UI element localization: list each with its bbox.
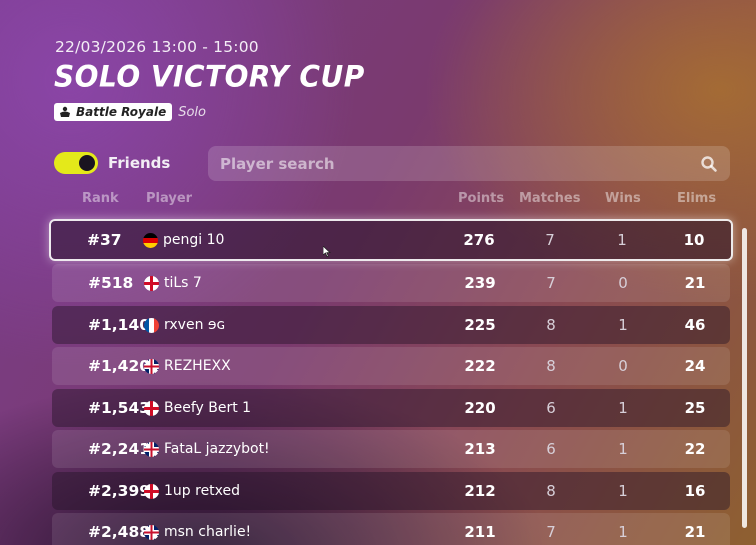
mouse-cursor-icon	[323, 246, 331, 257]
matches-cell: 6	[546, 399, 556, 417]
wins-cell: 1	[618, 523, 628, 541]
player-cell: REZHEXX	[144, 358, 231, 374]
col-rank-header[interactable]: Rank	[82, 191, 119, 206]
table-row[interactable]: #1,543 Beefy Bert 1 220 6 1 25	[52, 389, 730, 427]
england-flag-icon	[144, 275, 159, 291]
rank-cell: #518	[88, 274, 134, 292]
player-name: FataL jazzybot!	[164, 441, 270, 457]
matches-cell: 8	[546, 316, 556, 334]
matches-cell: 8	[546, 357, 556, 375]
rank-cell: #2,241	[88, 440, 151, 458]
player-cell: msn charlie!	[144, 524, 251, 540]
wins-cell: 0	[618, 357, 628, 375]
player-name: Beefy Bert 1	[164, 400, 252, 416]
player-name: pengi 10	[163, 232, 225, 248]
wins-cell: 1	[618, 482, 628, 500]
elims-cell: 22	[684, 440, 706, 458]
elims-cell: 21	[684, 523, 706, 541]
elims-cell: 16	[684, 482, 706, 500]
elims-cell: 10	[683, 231, 705, 249]
search-icon[interactable]	[700, 155, 718, 173]
matches-cell: 6	[546, 440, 556, 458]
matches-cell: 7	[546, 274, 556, 292]
rank-cell: #1,420	[88, 357, 151, 375]
player-cell: rxven ɘɢ	[144, 317, 225, 333]
player-name: REZHEXX	[164, 358, 231, 374]
wins-cell: 1	[617, 231, 627, 249]
points-cell: 276	[463, 231, 495, 249]
player-cell: Beefy Bert 1	[144, 400, 251, 416]
england-flag-icon	[144, 483, 159, 499]
wins-cell: 0	[618, 274, 628, 292]
submode-label: Solo	[178, 104, 206, 120]
friends-toggle-row: Friends	[54, 152, 170, 174]
matches-cell: 8	[546, 482, 556, 500]
rank-cell: #2,488	[88, 523, 151, 541]
scrollbar[interactable]	[742, 228, 747, 528]
col-matches-header[interactable]: Matches	[519, 191, 580, 206]
col-points-header[interactable]: Points	[458, 191, 504, 206]
friends-label: Friends	[108, 154, 171, 172]
table-row[interactable]: #1,140 rxven ɘɢ 225 8 1 46	[52, 306, 730, 344]
elims-cell: 25	[684, 399, 706, 417]
elims-cell: 21	[684, 274, 706, 292]
matches-cell: 7	[546, 523, 556, 541]
mode-label: Battle Royale	[76, 105, 167, 119]
wins-cell: 1	[618, 399, 628, 417]
points-cell: 239	[464, 274, 496, 292]
crown-icon	[60, 106, 70, 117]
friends-toggle[interactable]	[54, 152, 98, 174]
player-cell: pengi 10	[143, 232, 224, 248]
points-cell: 222	[464, 357, 496, 375]
rank-cell: #2,399	[88, 482, 151, 500]
table-row[interactable]: #2,399 1up retxed 212 8 1 16	[52, 472, 730, 510]
england-flag-icon	[144, 400, 159, 416]
table-row[interactable]: #1,420 REZHEXX 222 8 0 24	[52, 347, 730, 385]
table-row[interactable]: #2,241 FataL jazzybot! 213 6 1 22	[52, 430, 730, 468]
rank-cell: #37	[87, 231, 122, 249]
event-title: SOLO VICTORY CUP	[54, 59, 365, 94]
table-row[interactable]: #2,488 msn charlie! 211 7 1 21	[52, 513, 730, 545]
mode-row: Battle Royale Solo	[54, 103, 206, 121]
table-row[interactable]: #518 tiLs 7 239 7 0 21	[52, 264, 730, 302]
col-elims-header[interactable]: Elims	[677, 191, 716, 206]
rank-cell: #1,543	[88, 399, 151, 417]
player-cell: 1up retxed	[144, 483, 240, 499]
mode-badge: Battle Royale	[54, 103, 173, 121]
uk-flag-icon	[144, 441, 159, 457]
elims-cell: 46	[684, 316, 706, 334]
points-cell: 212	[464, 482, 496, 500]
rank-cell: #1,140	[88, 316, 151, 334]
wins-cell: 1	[618, 316, 628, 334]
player-search-input[interactable]: Player search	[208, 146, 730, 181]
elims-cell: 24	[684, 357, 706, 375]
table-row[interactable]: #37 pengi 10 276 7 1 10	[49, 219, 733, 261]
player-name: 1up retxed	[164, 483, 241, 499]
col-wins-header[interactable]: Wins	[605, 191, 641, 206]
uk-flag-icon	[144, 524, 159, 540]
points-cell: 211	[464, 523, 496, 541]
search-placeholder: Player search	[220, 154, 335, 173]
player-name: msn charlie!	[164, 524, 252, 540]
player-cell: FataL jazzybot!	[144, 441, 270, 457]
uk-flag-icon	[144, 358, 159, 374]
event-date: 22/03/2026 13:00 - 15:00	[55, 38, 259, 56]
matches-cell: 7	[545, 231, 555, 249]
wins-cell: 1	[618, 440, 628, 458]
points-cell: 213	[464, 440, 496, 458]
toggle-knob	[79, 155, 95, 171]
points-cell: 220	[464, 399, 496, 417]
col-player-header[interactable]: Player	[146, 191, 192, 206]
germany-flag-icon	[143, 232, 158, 248]
player-cell: tiLs 7	[144, 275, 202, 291]
player-name: rxven ɘɢ	[164, 317, 226, 333]
player-name: tiLs 7	[164, 275, 202, 291]
france-flag-icon	[144, 317, 159, 333]
points-cell: 225	[464, 316, 496, 334]
